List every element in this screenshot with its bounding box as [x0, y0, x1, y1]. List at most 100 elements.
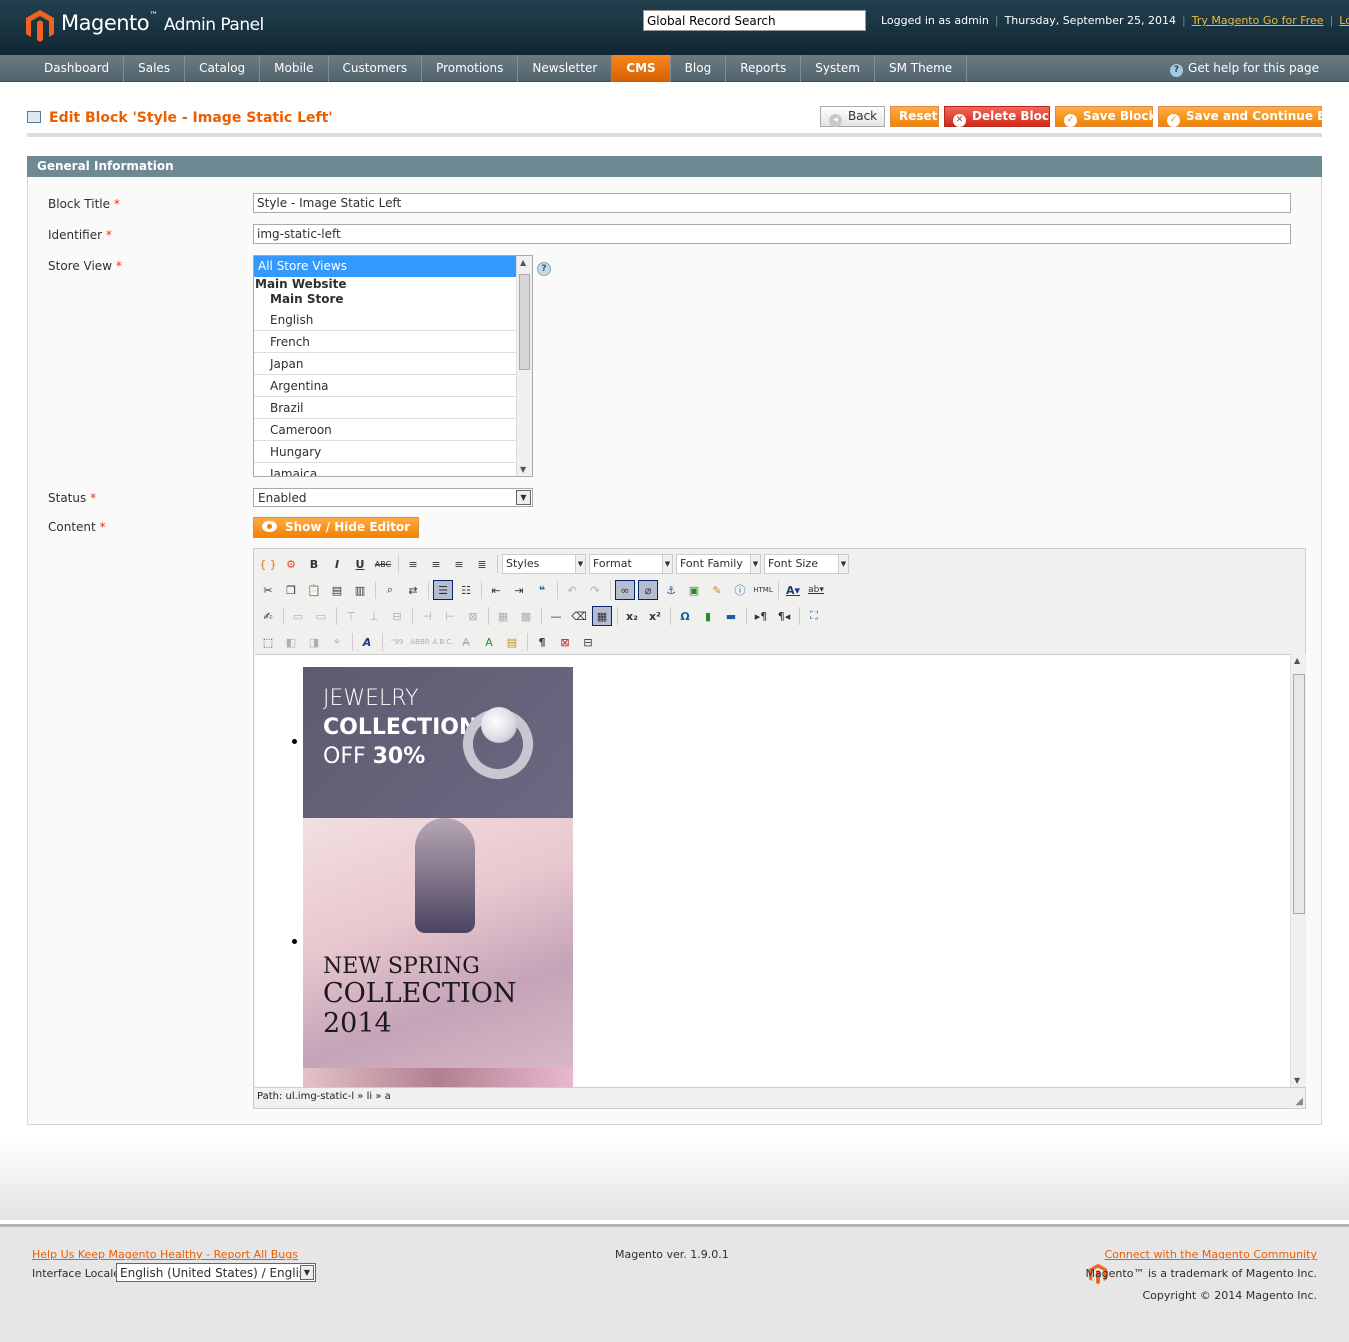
nav-item-sales[interactable]: Sales	[124, 55, 186, 82]
nav-item-catalog[interactable]: Catalog	[185, 55, 261, 82]
status-select[interactable]: Enabled ▼	[253, 488, 533, 507]
resize-handle-icon[interactable]: ◢	[1295, 1096, 1303, 1107]
deletion-icon[interactable]: A	[456, 632, 476, 652]
nav-item-customers[interactable]: Customers	[329, 55, 423, 82]
abbr-icon[interactable]: ABBR	[410, 632, 430, 652]
nav-item-system[interactable]: System	[801, 55, 875, 82]
image-icon[interactable]: ▣	[684, 580, 704, 600]
cite-icon[interactable]: “99	[387, 632, 407, 652]
store-option[interactable]: Jamaica	[254, 463, 532, 476]
nonbreaking-icon[interactable]: ⊠	[555, 632, 575, 652]
find-icon[interactable]: ⌕	[380, 580, 400, 600]
merge-cells-icon[interactable]: ▩	[516, 606, 536, 626]
store-option[interactable]: Hungary	[254, 441, 532, 463]
paste-icon[interactable]: 📋	[304, 580, 324, 600]
replace-icon[interactable]: ⇄	[403, 580, 423, 600]
scroll-thumb[interactable]	[519, 274, 530, 370]
acronym-icon[interactable]: A.B.C.	[432, 632, 453, 652]
rtl-icon[interactable]: ¶◂	[774, 606, 794, 626]
back-button[interactable]: ◂ Back	[820, 106, 885, 127]
store-option[interactable]: French	[254, 331, 532, 353]
align-left-icon[interactable]: ≡	[403, 554, 423, 574]
nav-item-newsletter[interactable]: Newsletter	[518, 55, 613, 82]
paste-text-icon[interactable]: ▤	[327, 580, 347, 600]
horizontal-rule-icon[interactable]: —	[546, 606, 566, 626]
nav-item-promotions[interactable]: Promotions	[422, 55, 519, 82]
align-center-icon[interactable]: ≡	[426, 554, 446, 574]
html-source-icon[interactable]: HTML	[753, 580, 773, 600]
store-list-scrollbar[interactable]: ▲ ▼	[516, 256, 532, 476]
identifier-input[interactable]	[253, 224, 1291, 244]
align-right-icon[interactable]: ≡	[449, 554, 469, 574]
font-size-select[interactable]: Font Size ▼	[764, 554, 849, 574]
advanced-hr-icon[interactable]: ▬	[721, 606, 741, 626]
format-select[interactable]: Format ▼	[589, 554, 673, 574]
indent-icon[interactable]: ⇥	[509, 580, 529, 600]
store-view-help-icon[interactable]: ?	[537, 262, 551, 276]
insert-row-before-icon[interactable]: ⊤	[341, 606, 361, 626]
save-continue-button[interactable]: ✓ Save and Continue Edit	[1158, 106, 1344, 127]
nav-item-dashboard[interactable]: Dashboard	[30, 55, 125, 82]
link-icon[interactable]: ∞	[615, 580, 635, 600]
redo-icon[interactable]: ↷	[585, 580, 605, 600]
nav-item-cms[interactable]: CMS	[612, 55, 671, 82]
help-circle-icon[interactable]: ⓘ	[730, 580, 750, 600]
underline-icon[interactable]: U	[350, 554, 370, 574]
scroll-thumb[interactable]	[1293, 674, 1305, 914]
help-link[interactable]: ? Get help for this page	[1170, 61, 1319, 77]
report-bugs-link[interactable]: Help Us Keep Magento Healthy - Report Al…	[32, 1248, 298, 1261]
insertion-icon[interactable]: A	[479, 632, 499, 652]
ltr-icon[interactable]: ▸¶	[751, 606, 771, 626]
outdent-icon[interactable]: ⇤	[486, 580, 506, 600]
delete-row-icon[interactable]: ⊟	[387, 606, 407, 626]
remove-format-icon[interactable]: ⌫	[569, 606, 589, 626]
text-color-icon[interactable]: A▾	[783, 580, 803, 600]
nav-item-reports[interactable]: Reports	[726, 55, 802, 82]
nav-item-blog[interactable]: Blog	[671, 55, 727, 82]
scroll-up-icon[interactable]: ▲	[520, 258, 526, 267]
split-cells-icon[interactable]: ▦	[493, 606, 513, 626]
copy-icon[interactable]: ❐	[281, 580, 301, 600]
font-family-select[interactable]: Font Family ▼	[676, 554, 761, 574]
store-option[interactable]: Japan	[254, 353, 532, 375]
save-block-button[interactable]: ✓ Save Block	[1055, 106, 1156, 127]
style-props-icon[interactable]: A	[357, 632, 377, 652]
media-icon[interactable]: ▮	[698, 606, 718, 626]
magento-logo-icon[interactable]	[26, 10, 54, 42]
store-option[interactable]: English	[254, 309, 532, 331]
paste-word-icon[interactable]: ▥	[350, 580, 370, 600]
third-banner-image[interactable]	[303, 1068, 573, 1087]
store-option[interactable]: Cameroon	[254, 419, 532, 441]
row-props-icon[interactable]: ▭	[288, 606, 308, 626]
undo-icon[interactable]: ↶	[562, 580, 582, 600]
nav-item-sm-theme[interactable]: SM Theme	[875, 55, 968, 82]
insert-variable-icon[interactable]: { }	[258, 554, 278, 574]
visual-aid-icon[interactable]: ✍	[258, 606, 278, 626]
special-char-icon[interactable]: Ω	[675, 606, 695, 626]
store-option[interactable]: Brazil	[254, 397, 532, 419]
try-magento-go-link[interactable]: Try Magento Go for Free	[1192, 14, 1324, 27]
editor-scrollbar[interactable]: ▲ ▼	[1290, 654, 1306, 1087]
connect-community-link[interactable]: Connect with the Magento Community	[1104, 1248, 1317, 1261]
absolute-icon[interactable]: ⌖	[327, 632, 347, 652]
nav-item-mobile[interactable]: Mobile	[260, 55, 329, 82]
background-color-icon[interactable]: ab▾	[806, 580, 826, 600]
move-backward-icon[interactable]: ◨	[304, 632, 324, 652]
scroll-down-icon[interactable]: ▼	[1294, 1076, 1300, 1085]
strikethrough-icon[interactable]: ABC	[373, 554, 393, 574]
blockquote-icon[interactable]: ❝	[532, 580, 552, 600]
delete-col-icon[interactable]: ⊠	[463, 606, 483, 626]
insert-widget-icon[interactable]: ⚙	[281, 554, 301, 574]
scroll-up-icon[interactable]: ▲	[1294, 656, 1300, 665]
block-title-input[interactable]	[253, 193, 1291, 213]
jewelry-banner-image[interactable]: JEWELRY COLLECTION OFF 30%	[303, 667, 573, 818]
insert-col-before-icon[interactable]: ⊣	[417, 606, 437, 626]
move-forward-icon[interactable]: ◧	[281, 632, 301, 652]
bold-icon[interactable]: B	[304, 554, 324, 574]
delete-block-button[interactable]: ✕ Delete Block	[944, 106, 1057, 127]
fullscreen-icon[interactable]: ⛶	[804, 606, 824, 626]
page-break-icon[interactable]: ⊟	[578, 632, 598, 652]
cell-props-icon[interactable]: ▭	[311, 606, 331, 626]
global-search-input[interactable]	[643, 10, 866, 31]
subscript-icon[interactable]: x₂	[622, 606, 642, 626]
